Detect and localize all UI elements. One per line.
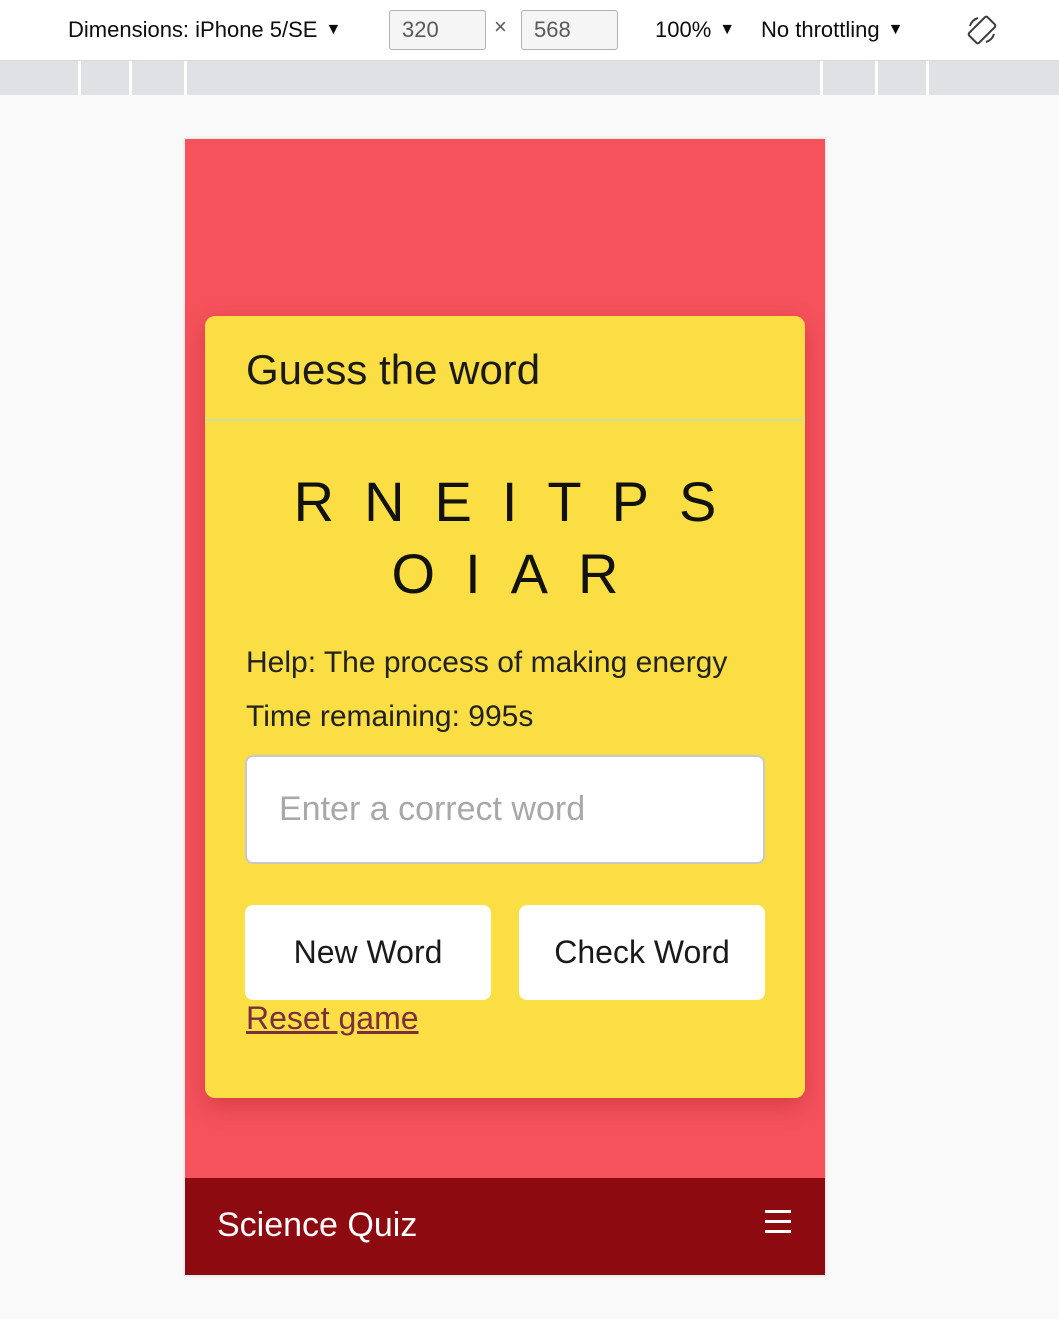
- footer-bar: Science Quiz: [185, 1178, 825, 1275]
- rotate-viewport-icon[interactable]: [966, 14, 998, 46]
- timer-text: Time remaining: 995s: [246, 700, 534, 733]
- dropdown-arrow-icon: ▼: [887, 21, 904, 38]
- throttling-selector-label: No throttling: [761, 17, 880, 42]
- scrambled-word-line: OIAR: [391, 542, 649, 605]
- card-title: Guess the word: [246, 346, 541, 393]
- footer-title: Science Quiz: [217, 1206, 418, 1244]
- scrambled-word-line: RNEITPS: [293, 470, 747, 533]
- ruler-tick: [926, 61, 929, 95]
- ruler-tick: [78, 61, 81, 95]
- viewport-height-input[interactable]: 568: [521, 10, 618, 50]
- card-divider: [205, 419, 805, 421]
- device-viewport: Guess the word RNEITPS OIAR Help: The pr…: [185, 139, 825, 1275]
- hint-text: Help: The process of making energy: [246, 646, 728, 679]
- new-word-button[interactable]: New Word: [245, 905, 491, 1000]
- media-query-ruler: [0, 61, 1059, 95]
- rdm-toolbar: Dimensions: iPhone 5/SE ▼ 320 × 568 100%…: [0, 0, 1059, 61]
- ruler-tick: [875, 61, 878, 95]
- device-selector-label: Dimensions: iPhone 5/SE: [68, 17, 318, 42]
- zoom-selector[interactable]: 100% ▼: [655, 0, 735, 60]
- throttling-selector[interactable]: No throttling ▼: [761, 0, 903, 60]
- reset-game-link[interactable]: Reset game: [246, 1000, 419, 1037]
- scrambled-word: RNEITPS OIAR: [235, 466, 775, 610]
- device-selector[interactable]: Dimensions: iPhone 5/SE ▼: [68, 0, 341, 60]
- viewport-width-input[interactable]: 320: [389, 10, 486, 50]
- quiz-card: Guess the word RNEITPS OIAR Help: The pr…: [205, 316, 805, 1098]
- guess-input[interactable]: [245, 755, 765, 864]
- ruler-tick: [129, 61, 132, 95]
- dropdown-arrow-icon: ▼: [325, 21, 342, 38]
- dropdown-arrow-icon: ▼: [719, 21, 736, 38]
- ruler-tick: [184, 61, 187, 95]
- hamburger-menu-icon[interactable]: [765, 1210, 791, 1236]
- dimension-separator: ×: [494, 14, 507, 39]
- zoom-selector-label: 100%: [655, 17, 712, 42]
- check-word-button[interactable]: Check Word: [519, 905, 765, 1000]
- ruler-tick: [820, 61, 823, 95]
